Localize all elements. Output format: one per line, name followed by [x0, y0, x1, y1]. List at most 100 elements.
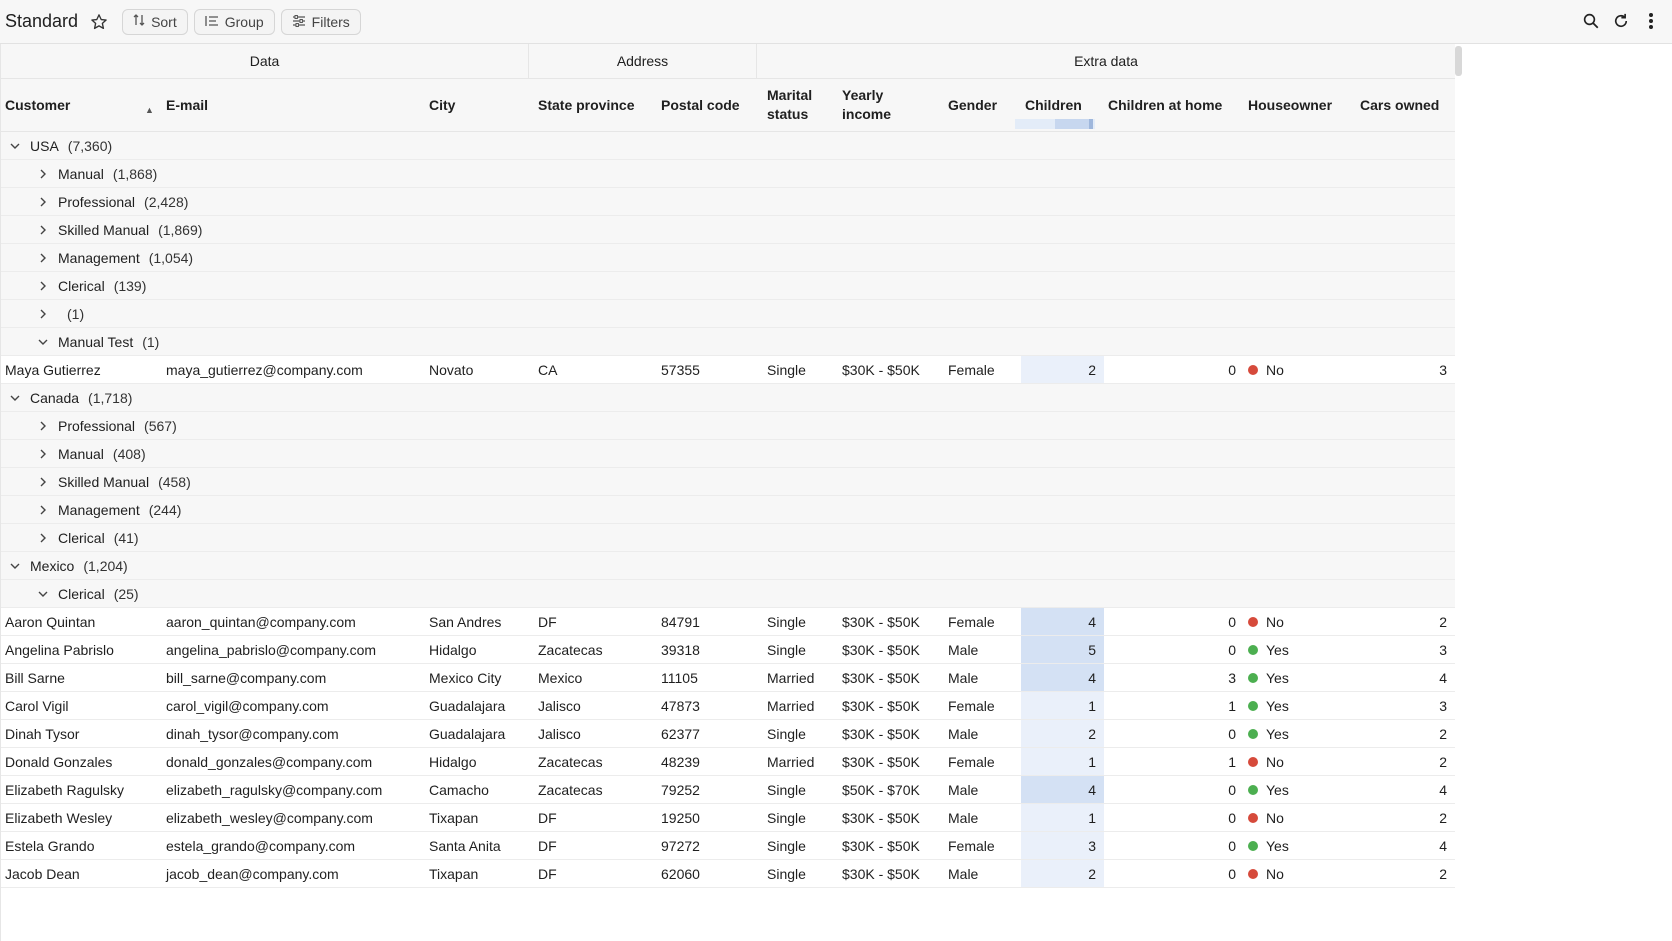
group-row[interactable]: Manual (1,868): [1, 160, 1455, 188]
refresh-icon[interactable]: [1610, 10, 1632, 32]
cell-income: $30K - $50K: [842, 809, 920, 826]
chevron-down-icon[interactable]: [8, 559, 22, 573]
cell-houseowner: Yes: [1244, 636, 1356, 663]
chevron-right-icon[interactable]: [36, 279, 50, 293]
cell-email: dinah_tysor@company.com: [166, 725, 339, 742]
col-marital[interactable]: Marital status: [763, 79, 838, 131]
houseowner-text: No: [1266, 865, 1284, 882]
cell-gender: Female: [948, 697, 995, 714]
chevron-down-icon[interactable]: [8, 139, 22, 153]
group-label: Manual Test: [58, 333, 134, 350]
cell-children: 3: [1021, 832, 1104, 859]
group-row[interactable]: Management (244): [1, 496, 1455, 524]
col-city[interactable]: City: [425, 79, 534, 131]
table-row[interactable]: Bill Sarne bill_sarne@company.com Mexico C…: [1, 664, 1455, 692]
table-row[interactable]: Dinah Tysor dinah_tysor@company.com Guadal…: [1, 720, 1455, 748]
table-row[interactable]: Aaron Quintan aaron_quintan@company.com Sa…: [1, 608, 1455, 636]
group-row[interactable]: Management (1,054): [1, 244, 1455, 272]
group-row[interactable]: Clerical (41): [1, 524, 1455, 552]
sort-icon: [133, 13, 145, 30]
cell-email: aaron_quintan@company.com: [166, 613, 356, 630]
col-cars[interactable]: Cars owned: [1356, 79, 1455, 131]
sort-button[interactable]: Sort: [122, 8, 188, 35]
group-row[interactable]: Skilled Manual (458): [1, 468, 1455, 496]
cell-children-home: 0: [1228, 361, 1236, 378]
table-row[interactable]: Carol Vigil carol_vigil@company.com Guadal…: [1, 692, 1455, 720]
cell-customer: Estela Grando: [5, 837, 95, 854]
cell-income: $30K - $50K: [842, 697, 920, 714]
chevron-down-icon[interactable]: [8, 391, 22, 405]
status-dot-no: [1248, 756, 1258, 767]
table-row[interactable]: Maya Gutierrez maya_gutierrez@company.com…: [1, 356, 1455, 384]
cell-gender: Female: [948, 753, 995, 770]
table-row[interactable]: Angelina Pabrislo angelina_pabrislo@compa…: [1, 636, 1455, 664]
group-row[interactable]: Manual (408): [1, 440, 1455, 468]
table-row[interactable]: Jacob Dean jacob_dean@company.com Tixapan D…: [1, 860, 1455, 888]
chevron-down-icon[interactable]: [36, 587, 50, 601]
band-extra: Extra data: [1074, 53, 1138, 69]
grid-body: USA (7,360) Manual (1,868) Professional (2,42…: [1, 132, 1455, 888]
chevron-right-icon[interactable]: [36, 531, 50, 545]
col-houseowner[interactable]: Houseowner: [1244, 79, 1356, 131]
chevron-right-icon[interactable]: [36, 475, 50, 489]
cell-houseowner: No: [1244, 860, 1356, 887]
houseowner-text: Yes: [1266, 725, 1289, 742]
filters-button[interactable]: Filters: [280, 8, 361, 35]
group-label: Clerical: [58, 529, 105, 546]
cell-gender: Female: [948, 837, 995, 854]
cell-income: $30K - $50K: [842, 641, 920, 658]
star-icon[interactable]: [88, 11, 110, 33]
col-income[interactable]: Yearly income: [838, 79, 944, 131]
chevron-right-icon[interactable]: [36, 167, 50, 181]
group-count: (458): [158, 473, 191, 490]
group-row[interactable]: (1): [1, 300, 1455, 328]
col-postal[interactable]: Postal code: [657, 79, 763, 131]
chevron-down-icon[interactable]: [36, 335, 50, 349]
chevron-right-icon[interactable]: [36, 195, 50, 209]
status-dot-no: [1248, 812, 1258, 823]
chevron-right-icon[interactable]: [36, 447, 50, 461]
chevron-right-icon[interactable]: [36, 503, 50, 517]
col-email[interactable]: E-mail: [162, 79, 425, 131]
cell-state: Zacatecas: [538, 781, 603, 798]
cell-gender: Female: [948, 613, 995, 630]
cell-cars: 4: [1439, 781, 1447, 798]
group-row[interactable]: Manual Test (1): [1, 328, 1455, 356]
cell-postal: 84791: [661, 613, 700, 630]
group-row[interactable]: Clerical (25): [1, 580, 1455, 608]
chevron-right-icon[interactable]: [36, 307, 50, 321]
search-icon[interactable]: [1580, 10, 1602, 32]
more-vert-icon[interactable]: [1640, 10, 1662, 32]
col-state[interactable]: State province: [534, 79, 657, 131]
cell-customer: Jacob Dean: [5, 865, 80, 882]
col-children-home[interactable]: Children at home: [1104, 79, 1244, 131]
chevron-right-icon[interactable]: [36, 223, 50, 237]
cell-houseowner: Yes: [1244, 832, 1356, 859]
table-row[interactable]: Estela Grando estela_grando@company.com Sa…: [1, 832, 1455, 860]
chevron-right-icon[interactable]: [36, 419, 50, 433]
group-row[interactable]: Professional (567): [1, 412, 1455, 440]
column-header-row: Customer ▲ E-mail City State province Pos…: [1, 79, 1455, 132]
col-customer[interactable]: Customer ▲: [1, 79, 162, 131]
group-row[interactable]: USA (7,360): [1, 132, 1455, 160]
table-row[interactable]: Elizabeth Wesley elizabeth_wesley@company…: [1, 804, 1455, 832]
cell-children: 4: [1021, 608, 1104, 635]
view-title[interactable]: Standard: [5, 11, 78, 32]
houseowner-text: Yes: [1266, 641, 1289, 658]
table-row[interactable]: Elizabeth Ragulsky elizabeth_ragulsky@com…: [1, 776, 1455, 804]
cell-state: Zacatecas: [538, 753, 603, 770]
group-count: (139): [113, 277, 147, 294]
group-row[interactable]: Professional (2,428): [1, 188, 1455, 216]
group-row[interactable]: Clerical (139): [1, 272, 1455, 300]
cell-children: 2: [1021, 356, 1104, 383]
col-gender[interactable]: Gender: [944, 79, 1021, 131]
group-row[interactable]: Canada (1,718): [1, 384, 1455, 412]
group-count: (1,869): [158, 221, 203, 238]
vertical-scrollbar[interactable]: [1455, 46, 1462, 76]
group-row[interactable]: Mexico (1,204): [1, 552, 1455, 580]
chevron-right-icon[interactable]: [36, 251, 50, 265]
cell-children: 2: [1021, 860, 1104, 887]
group-button[interactable]: Group: [193, 8, 275, 35]
table-row[interactable]: Donald Gonzales donald_gonzales@company.c…: [1, 748, 1455, 776]
group-row[interactable]: Skilled Manual (1,869): [1, 216, 1455, 244]
